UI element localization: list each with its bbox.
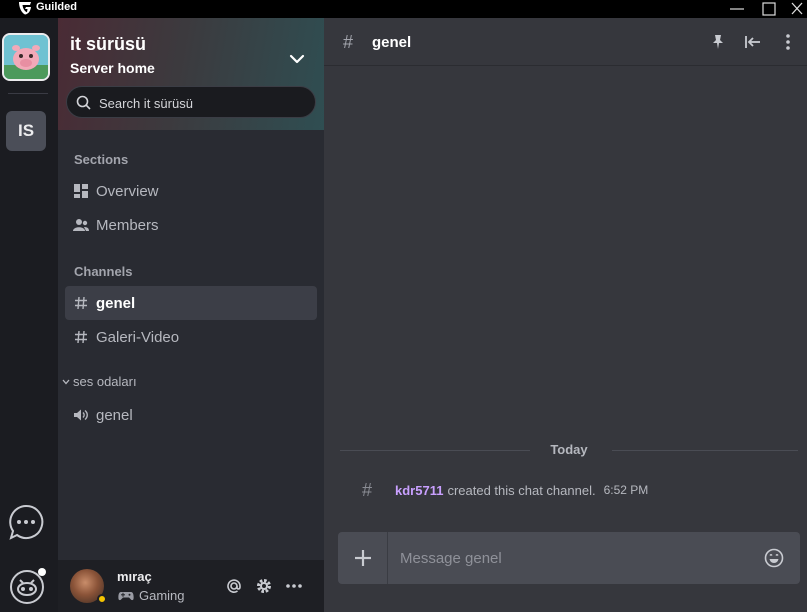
collapse-panel-button[interactable] bbox=[743, 32, 763, 52]
date-divider: Today bbox=[340, 439, 798, 461]
system-message: # kdr5711 created this chat channel. 6:5… bbox=[362, 480, 648, 500]
mentions-button[interactable] bbox=[224, 576, 244, 596]
channel-genel[interactable]: genel bbox=[65, 286, 317, 320]
user-bar: mıraç Gaming bbox=[58, 560, 324, 612]
title-bar: Guilded bbox=[0, 0, 807, 18]
pin-icon bbox=[713, 35, 723, 49]
status-indicator bbox=[97, 594, 107, 604]
server-avatar-icon bbox=[4, 35, 48, 79]
message-author[interactable]: kdr5711 bbox=[395, 483, 443, 498]
search-input[interactable] bbox=[99, 93, 309, 113]
hash-icon bbox=[73, 329, 89, 345]
message-composer bbox=[338, 532, 800, 584]
members-icon bbox=[73, 217, 89, 233]
search-icon bbox=[76, 95, 91, 110]
voice-channel-genel[interactable]: genel bbox=[65, 398, 317, 432]
server-name: it sürüsü bbox=[70, 34, 147, 54]
gamepad-icon bbox=[118, 591, 134, 600]
hash-icon: # bbox=[343, 32, 354, 52]
channel-galeri-video[interactable]: Galeri-Video bbox=[65, 320, 317, 354]
channel-header: # genel bbox=[324, 18, 807, 66]
date-label: Today bbox=[550, 442, 588, 457]
more-options-button[interactable] bbox=[284, 576, 304, 596]
gear-icon bbox=[257, 579, 271, 593]
chevron-down-icon[interactable] bbox=[288, 50, 306, 68]
more-vertical-icon bbox=[786, 34, 790, 50]
channel-genel-label: genel bbox=[96, 294, 136, 312]
chat-panel: # genel Today # kdr5711 created this cha… bbox=[324, 18, 807, 612]
channel-galeri-video-label: Galeri-Video bbox=[96, 328, 180, 346]
hash-icon: # bbox=[362, 479, 373, 500]
server-icon-it-surusu[interactable] bbox=[2, 33, 50, 81]
nav-overview-label: Overview bbox=[96, 182, 159, 200]
channels-heading: Channels bbox=[74, 264, 133, 279]
close-icon[interactable] bbox=[785, 0, 807, 18]
sections-heading: Sections bbox=[74, 152, 129, 167]
app-title: Guilded bbox=[36, 1, 77, 13]
maximize-icon[interactable] bbox=[757, 0, 781, 18]
user-status-text: Gaming bbox=[139, 588, 185, 603]
notification-dot bbox=[38, 568, 46, 576]
user-status[interactable]: Gaming bbox=[118, 588, 185, 603]
minimize-icon[interactable] bbox=[725, 0, 749, 18]
attach-button[interactable] bbox=[338, 532, 388, 584]
at-icon bbox=[227, 579, 241, 593]
user-name: mıraç bbox=[117, 569, 152, 584]
message-input[interactable] bbox=[400, 548, 740, 568]
server-header[interactable]: it sürüsü Server home bbox=[58, 18, 324, 130]
voice-icon bbox=[73, 407, 89, 423]
server-rail: IS bbox=[0, 18, 58, 612]
nav-overview[interactable]: Overview bbox=[65, 174, 317, 208]
message-text: created this chat channel. bbox=[447, 482, 596, 498]
server-home-label: Server home bbox=[70, 60, 155, 76]
more-horizontal-icon bbox=[286, 584, 302, 588]
guilded-logo-icon bbox=[19, 2, 31, 15]
category-label: ses odaları bbox=[73, 374, 137, 389]
plus-icon bbox=[354, 550, 371, 566]
server-sidebar: it sürüsü Server home Sections Overview … bbox=[58, 18, 324, 612]
channel-title: genel bbox=[372, 34, 412, 51]
voice-channel-genel-label: genel bbox=[96, 406, 133, 424]
settings-button[interactable] bbox=[254, 576, 274, 596]
overview-icon bbox=[73, 183, 89, 199]
chat-bubble-icon[interactable] bbox=[8, 504, 44, 540]
emoji-icon[interactable] bbox=[764, 548, 784, 568]
collapse-left-icon bbox=[745, 36, 760, 48]
nav-members[interactable]: Members bbox=[65, 208, 317, 242]
category-ses-odalari[interactable]: ses odaları bbox=[62, 374, 137, 389]
nav-members-label: Members bbox=[96, 216, 159, 234]
search-box[interactable] bbox=[66, 86, 316, 118]
rail-divider bbox=[8, 93, 48, 94]
chevron-down-icon bbox=[62, 379, 70, 384]
message-timestamp: 6:52 PM bbox=[603, 483, 649, 497]
channel-options-button[interactable] bbox=[778, 32, 798, 52]
pinned-messages-button[interactable] bbox=[708, 32, 728, 52]
server-icon-is[interactable]: IS bbox=[6, 111, 46, 151]
hash-icon bbox=[73, 295, 89, 311]
